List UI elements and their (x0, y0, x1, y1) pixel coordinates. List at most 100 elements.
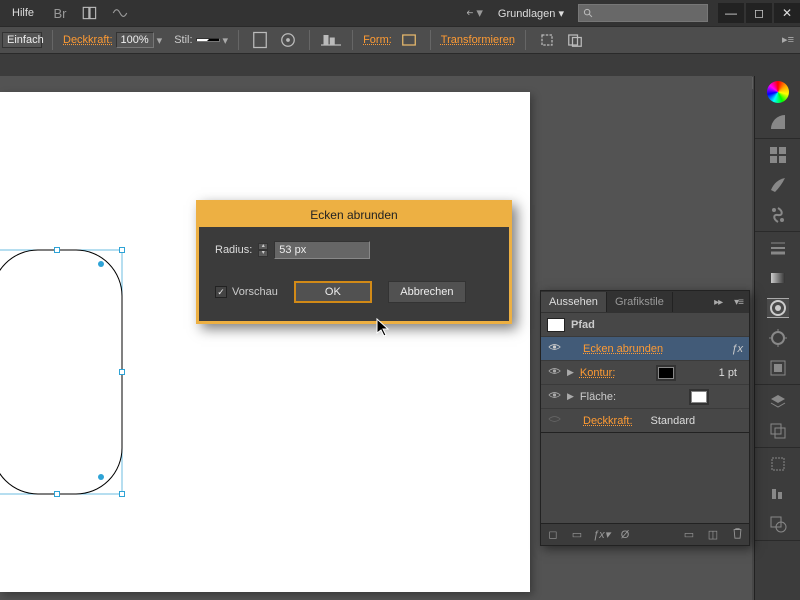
collapse-icon[interactable]: ▸▸ (708, 297, 728, 308)
stroke-swatch[interactable] (658, 367, 674, 379)
appearance-row-effect[interactable]: Ecken abrunden ƒx (541, 337, 749, 361)
document-tab-bar (0, 54, 800, 76)
cancel-button[interactable]: Abbrechen (388, 281, 466, 303)
bbox-handle[interactable] (54, 491, 60, 497)
step-up-icon[interactable]: ▴ (258, 243, 268, 250)
align-panel-icon[interactable] (767, 484, 789, 504)
dialog-title: Ecken abrunden (199, 203, 509, 227)
visibility-icon[interactable] (547, 414, 561, 427)
doc-setup-icon[interactable] (249, 30, 271, 50)
appearance-panel-icon[interactable] (767, 328, 789, 348)
recolor-icon[interactable] (277, 30, 299, 50)
preview-label: Vorschau (232, 286, 278, 298)
search-input[interactable] (578, 4, 708, 22)
stroke-label[interactable]: Kontur: (580, 367, 615, 379)
bridge-icon[interactable]: Br (50, 3, 70, 23)
divider (352, 30, 353, 50)
symbols-icon[interactable] (767, 205, 789, 225)
bbox-handle[interactable] (119, 491, 125, 497)
target-thumb-icon (547, 318, 565, 332)
layers-panel-icon[interactable] (767, 391, 789, 411)
radius-input[interactable]: 53 px (274, 241, 370, 259)
transform-label[interactable]: Transformieren (441, 34, 515, 46)
tab-graphic-styles[interactable]: Grafikstile (607, 292, 673, 312)
stroke-weight[interactable]: 1 pt (719, 367, 737, 379)
radius-stepper[interactable]: ▴▾ (258, 243, 268, 257)
visibility-icon[interactable] (547, 366, 561, 379)
target-label: Pfad (571, 319, 595, 331)
selected-shape[interactable] (0, 246, 148, 498)
add-effect-icon[interactable]: ƒx▾ (593, 528, 609, 541)
opacity-input[interactable]: 100% (116, 32, 154, 48)
appearance-row-fill[interactable]: ▶ Fläche: (541, 385, 749, 409)
clear-appearance-icon[interactable]: Ø (617, 529, 633, 541)
expand-icon[interactable]: ▶ (567, 367, 574, 378)
gradient-panel-icon[interactable] (767, 268, 789, 288)
stroke-profile-select[interactable]: Einfach (2, 32, 42, 48)
transform-panel-icon[interactable] (767, 454, 789, 474)
window-close-button[interactable]: ✕ (774, 3, 800, 23)
ok-button[interactable]: OK (294, 281, 372, 303)
transparency-panel-icon[interactable] (767, 298, 789, 318)
duplicate-item-icon[interactable]: ▭ (681, 528, 697, 541)
pathfinder-panel-icon[interactable] (767, 514, 789, 534)
workspace-switcher[interactable]: Grundlagen ▾ (492, 4, 570, 23)
sync-icon[interactable]: ▾ (464, 3, 484, 23)
corner-widget[interactable] (98, 474, 104, 480)
appearance-row-stroke[interactable]: ▶ Kontur: 1 pt (541, 361, 749, 385)
arrange-docs-icon[interactable] (80, 3, 100, 23)
gpu-icon[interactable] (110, 3, 130, 23)
align-icon[interactable] (320, 30, 342, 50)
panel-menu-icon[interactable]: ▾≡ (728, 297, 749, 308)
new-art-toggle-icon[interactable]: ◻ (545, 528, 561, 541)
effect-name[interactable]: Ecken abrunden (583, 343, 663, 355)
new-stroke-icon[interactable]: ▭ (569, 528, 585, 541)
bbox-handle[interactable] (119, 369, 125, 375)
fx-icon[interactable]: ƒx (731, 343, 743, 355)
color-panel-icon[interactable] (767, 82, 789, 102)
chevron-down-icon[interactable]: ▾ (157, 34, 163, 47)
tab-appearance[interactable]: Aussehen (541, 292, 607, 312)
flyout-icon[interactable]: ▸≡ (782, 33, 794, 46)
checkbox-icon: ✓ (215, 286, 227, 298)
search-icon (583, 8, 594, 19)
divider (309, 30, 310, 50)
fill-label: Fläche: (580, 391, 616, 403)
bbox-handle[interactable] (119, 247, 125, 253)
graphic-styles-panel-icon[interactable] (767, 358, 789, 378)
swatches-icon[interactable] (767, 145, 789, 165)
appearance-row-target[interactable]: Pfad (541, 313, 749, 337)
divider (430, 30, 431, 50)
window-minimize-button[interactable]: — (718, 3, 744, 23)
radius-label: Radius: (215, 244, 252, 256)
appearance-panel: Aussehen Grafikstile ▸▸ ▾≡ Pfad Ecken ab… (540, 290, 750, 546)
shape-rect-icon[interactable] (398, 30, 420, 50)
title-bar: Hilfe Br ▾ Grundlagen ▾ — ◻ ✕ (0, 0, 800, 26)
opacity-label[interactable]: Deckkraft: (63, 34, 113, 46)
new-item-icon[interactable]: ◫ (705, 528, 721, 541)
preview-checkbox[interactable]: ✓ Vorschau (215, 286, 278, 298)
chevron-down-icon[interactable]: ▾ (223, 34, 229, 47)
visibility-icon[interactable] (547, 390, 561, 403)
fill-swatch[interactable] (691, 391, 707, 403)
graphic-style-select[interactable] (196, 38, 220, 42)
corner-widget[interactable] (98, 261, 104, 267)
artboards-panel-icon[interactable] (767, 421, 789, 441)
opacity-value[interactable]: Standard (651, 415, 696, 427)
stroke-panel-icon[interactable] (767, 238, 789, 258)
window-maximize-button[interactable]: ◻ (746, 3, 772, 23)
opacity-label[interactable]: Deckkraft: (583, 415, 633, 427)
mask-icon[interactable] (564, 30, 586, 50)
right-dock (754, 76, 800, 600)
visibility-icon[interactable] (547, 342, 561, 355)
color-guide-icon[interactable] (767, 112, 789, 132)
shape-label[interactable]: Form: (363, 34, 392, 46)
bbox-handle[interactable] (54, 247, 60, 253)
expand-icon[interactable]: ▶ (567, 391, 574, 402)
menu-help[interactable]: Hilfe (6, 4, 40, 22)
appearance-row-opacity[interactable]: Deckkraft: Standard (541, 409, 749, 433)
isolate-icon[interactable] (536, 30, 558, 50)
step-down-icon[interactable]: ▾ (258, 250, 268, 257)
delete-icon[interactable] (729, 527, 745, 542)
brushes-icon[interactable] (767, 175, 789, 195)
